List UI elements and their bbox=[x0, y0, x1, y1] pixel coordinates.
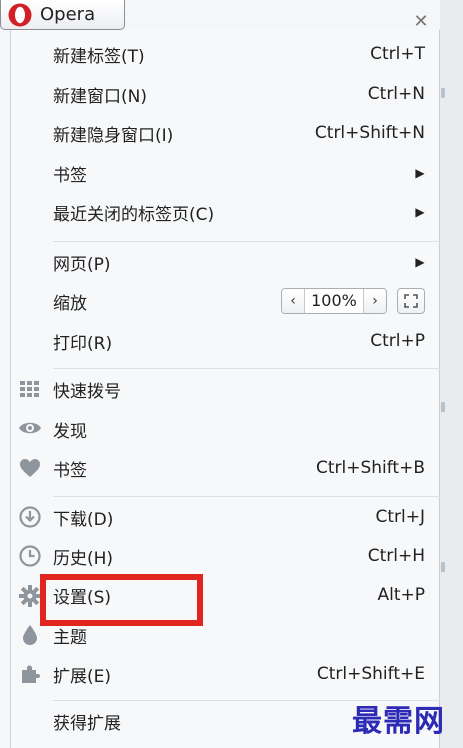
menu-item-downloads[interactable]: 下载(D) Ctrl+J bbox=[53, 500, 425, 534]
menu-item-shortcut: Ctrl+Shift+N bbox=[314, 123, 425, 143]
clock-icon bbox=[18, 544, 42, 568]
menu-item-label: 打印(R) bbox=[53, 333, 113, 354]
opera-logo-icon bbox=[8, 3, 32, 26]
menu-item-label: 获得扩展 bbox=[53, 713, 121, 734]
menu-item-label: 书签 bbox=[53, 460, 87, 481]
menu-item-label: 书签 bbox=[53, 165, 87, 186]
zoom-box: ‹ 100% › bbox=[281, 288, 387, 314]
eye-icon bbox=[18, 416, 42, 440]
menu-item-recently-closed[interactable]: 最近关闭的标签页(C) ▶ bbox=[53, 195, 425, 229]
zoom-controls: ‹ 100% › bbox=[281, 288, 425, 314]
opera-main-menu: 新建标签(T) Ctrl+T 新建窗口(N) Ctrl+N 新建隐身窗口(I) … bbox=[10, 30, 440, 748]
menu-separator bbox=[53, 241, 440, 242]
menu-item-bookmarks[interactable]: 书签 Ctrl+Shift+B bbox=[53, 451, 425, 485]
menu-item-new-window[interactable]: 新建窗口(N) Ctrl+N bbox=[53, 77, 425, 111]
browser-background bbox=[440, 0, 463, 748]
menu-item-speed-dial[interactable]: 快速拨号 bbox=[53, 372, 425, 406]
menu-item-shortcut: Ctrl+H bbox=[367, 546, 425, 566]
close-icon[interactable]: ✕ bbox=[410, 10, 432, 32]
menu-item-discover[interactable]: 发现 bbox=[53, 412, 425, 446]
menu-item-shortcut: Alt+P bbox=[377, 585, 425, 605]
menu-item-label: 新建隐身窗口(I) bbox=[53, 125, 174, 146]
zoom-level: 100% bbox=[304, 289, 364, 313]
menu-item-shortcut: Ctrl+T bbox=[370, 44, 425, 64]
gear-icon bbox=[18, 584, 42, 608]
opera-menu-button[interactable]: Opera bbox=[0, 0, 125, 30]
screenshot-page: Opera ✕ 新建标签(T) Ctrl+T 新建窗口(N) Ctrl+N 新建… bbox=[0, 0, 463, 748]
menu-item-new-private-window[interactable]: 新建隐身窗口(I) Ctrl+Shift+N bbox=[53, 116, 425, 150]
download-icon bbox=[18, 505, 42, 529]
submenu-arrow-icon: ▶ bbox=[415, 205, 425, 219]
fullscreen-icon bbox=[404, 294, 418, 308]
background-mark bbox=[441, 402, 445, 412]
zoom-in-button[interactable]: › bbox=[364, 289, 386, 313]
speed-dial-icon bbox=[18, 377, 42, 401]
menu-item-label: 网页(P) bbox=[53, 254, 111, 275]
droplet-icon bbox=[18, 623, 42, 647]
submenu-arrow-icon: ▶ bbox=[415, 255, 425, 269]
menu-item-shortcut: Ctrl+N bbox=[367, 84, 425, 104]
background-mark bbox=[441, 88, 445, 98]
zoom-out-button[interactable]: ‹ bbox=[282, 289, 304, 313]
settings-highlight-box bbox=[40, 574, 203, 626]
menu-item-label: 发现 bbox=[53, 421, 87, 442]
menu-item-extensions[interactable]: 扩展(E) Ctrl+Shift+E bbox=[53, 657, 425, 691]
menu-separator bbox=[53, 496, 440, 497]
menu-item-label: 历史(H) bbox=[53, 548, 114, 569]
menu-item-label: 新建标签(T) bbox=[53, 46, 145, 67]
menu-item-new-tab[interactable]: 新建标签(T) Ctrl+T bbox=[53, 37, 425, 71]
heart-icon bbox=[18, 456, 42, 480]
opera-label: Opera bbox=[40, 4, 96, 25]
menu-item-shortcut: Ctrl+P bbox=[370, 331, 425, 351]
menu-item-print[interactable]: 打印(R) Ctrl+P bbox=[53, 324, 425, 358]
menu-item-zoom: 缩放 ‹ 100% › bbox=[53, 284, 425, 318]
menu-item-bookmarks-submenu[interactable]: 书签 ▶ bbox=[53, 156, 425, 190]
menu-item-shortcut: Ctrl+Shift+E bbox=[316, 664, 425, 684]
menu-item-page[interactable]: 网页(P) ▶ bbox=[53, 245, 425, 279]
menu-item-shortcut: Ctrl+Shift+B bbox=[315, 458, 425, 478]
menu-item-history[interactable]: 历史(H) Ctrl+H bbox=[53, 539, 425, 573]
menu-item-label: 主题 bbox=[53, 627, 87, 648]
menu-item-label: 缩放 bbox=[53, 293, 87, 314]
background-mark bbox=[441, 562, 445, 572]
watermark-logo: 最需网 bbox=[352, 704, 445, 739]
menu-separator bbox=[53, 368, 440, 369]
menu-item-label: 下载(D) bbox=[53, 509, 114, 530]
fullscreen-button[interactable] bbox=[397, 288, 425, 314]
menu-item-label: 快速拨号 bbox=[53, 381, 121, 402]
puzzle-icon bbox=[18, 662, 42, 686]
menu-item-label: 最近关闭的标签页(C) bbox=[53, 204, 215, 225]
menu-item-shortcut: Ctrl+J bbox=[375, 507, 425, 527]
menu-item-label: 扩展(E) bbox=[53, 666, 112, 687]
submenu-arrow-icon: ▶ bbox=[415, 166, 425, 180]
menu-item-label: 新建窗口(N) bbox=[53, 86, 147, 107]
